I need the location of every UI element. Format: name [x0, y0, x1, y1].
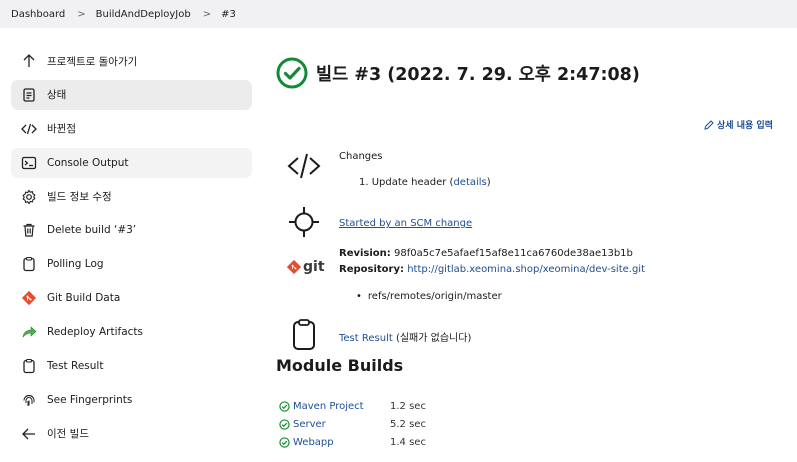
breadcrumb: Dashboard > BuildAndDeployJob > #3 — [0, 0, 797, 28]
bullet: • — [356, 291, 362, 302]
sidebar-item-label: See Fingerprints — [47, 393, 133, 406]
clipboard-icon — [287, 318, 321, 352]
git-icon — [287, 260, 301, 274]
breadcrumb-dashboard[interactable]: Dashboard — [11, 9, 65, 20]
module-builds-heading: Module Builds — [276, 356, 404, 375]
module-link[interactable]: Webapp — [293, 437, 390, 448]
sidebar-item-label: Console Output — [47, 156, 129, 169]
clipboard-icon — [21, 358, 37, 374]
sidebar-item-test-result[interactable]: Test Result — [11, 351, 252, 381]
branch-list-item: • refs/remotes/origin/master — [356, 291, 502, 302]
repository-link[interactable]: http://gitlab.xeomina.shop/xeomina/dev-s… — [407, 264, 645, 275]
sidebar-item-polling-log[interactable]: Polling Log — [11, 249, 252, 279]
module-duration: 1.4 sec — [390, 437, 426, 448]
change-item: 1. Update header (details) — [359, 177, 491, 188]
redeploy-icon — [21, 324, 37, 340]
edit-description-label: 상세 내용 입력 — [717, 121, 773, 131]
document-icon — [21, 87, 37, 103]
module-link[interactable]: Server — [293, 419, 390, 430]
branch-name: refs/remotes/origin/master — [367, 291, 502, 302]
git-repository: Repository: http://gitlab.xeomina.shop/x… — [339, 264, 645, 275]
sidebar-item-label: Test Result — [47, 360, 104, 373]
started-by-scm-link[interactable]: Started by an SCM change — [339, 218, 472, 229]
test-result-link[interactable]: Test Result — [339, 333, 393, 344]
chevron-right-icon: > — [77, 8, 86, 20]
fingerprint-icon — [21, 392, 37, 408]
revision-value: 98f0a5c7e5afaef15af8e11ca6760de38ae13b1b — [393, 248, 633, 259]
module-row: Maven Project 1.2 sec — [279, 401, 426, 412]
sidebar: 프로젝트로 돌아가기 상태 바뀐점 Console Output 빌드 정보 수… — [11, 46, 252, 453]
module-duration: 1.2 sec — [390, 401, 426, 412]
terminal-icon — [21, 155, 37, 171]
sidebar-item-label: 바뀐점 — [47, 123, 76, 136]
sidebar-item-changes[interactable]: 바뀐점 — [11, 114, 252, 144]
module-row: Server 5.2 sec — [279, 419, 426, 430]
code-icon — [21, 121, 37, 137]
sidebar-item-label: Delete build ‘#3’ — [47, 224, 137, 237]
module-row: Webapp 1.4 sec — [279, 437, 426, 448]
change-item-suffix: ) — [486, 177, 491, 188]
change-item-text: 1. Update header ( — [359, 177, 454, 188]
sidebar-item-label: 상태 — [47, 89, 67, 102]
sidebar-item-console-output[interactable]: Console Output — [11, 147, 252, 178]
revision-label: Revision: — [339, 248, 391, 259]
crosshair-icon — [287, 205, 321, 239]
clipboard-icon — [21, 256, 37, 272]
git-revision: Revision: 98f0a5c7e5afaef15af8e11ca6760d… — [339, 248, 633, 259]
arrow-up-icon — [21, 53, 37, 69]
sidebar-item-label: 빌드 정보 수정 — [47, 191, 112, 204]
sidebar-item-edit-build-info[interactable]: 빌드 정보 수정 — [11, 182, 252, 212]
sidebar-item-see-fingerprints[interactable]: See Fingerprints — [11, 385, 252, 415]
edit-description-link[interactable]: 상세 내용 입력 — [704, 118, 773, 131]
chevron-right-icon: > — [202, 8, 212, 20]
sidebar-item-delete-build[interactable]: Delete build ‘#3’ — [11, 215, 252, 245]
sidebar-item-label: 이전 빌드 — [47, 428, 89, 441]
trash-icon — [21, 222, 37, 238]
git-icon — [21, 290, 37, 306]
sidebar-item-label: Git Build Data — [47, 292, 121, 305]
success-check-icon — [279, 401, 290, 412]
arrow-left-icon — [21, 426, 37, 442]
sidebar-item-previous-build[interactable]: 이전 빌드 — [11, 419, 252, 449]
code-icon — [287, 149, 321, 183]
sidebar-item-back-to-project[interactable]: 프로젝트로 돌아가기 — [11, 46, 252, 76]
sidebar-item-redeploy-artifacts[interactable]: Redeploy Artifacts — [11, 317, 252, 347]
success-check-icon — [276, 57, 308, 89]
git-logo: git — [287, 250, 327, 284]
gear-icon — [21, 189, 37, 205]
build-title-row: 빌드 #3 (2022. 7. 29. 오후 2:47:08) — [276, 57, 640, 89]
page-title: 빌드 #3 (2022. 7. 29. 오후 2:47:08) — [316, 64, 640, 85]
repository-label: Repository: — [339, 264, 404, 275]
success-check-icon — [279, 437, 290, 448]
change-details-link[interactable]: details — [453, 177, 486, 188]
sidebar-item-label: Polling Log — [47, 258, 104, 271]
breadcrumb-build[interactable]: #3 — [221, 9, 236, 20]
sidebar-item-status[interactable]: 상태 — [11, 79, 252, 110]
test-result-note: (실패가 없습니다) — [392, 333, 472, 344]
module-link[interactable]: Maven Project — [293, 401, 390, 412]
sidebar-item-git-build-data[interactable]: Git Build Data — [11, 283, 252, 313]
sidebar-item-label: 프로젝트로 돌아가기 — [47, 55, 138, 68]
changes-heading: Changes — [339, 151, 383, 162]
pencil-icon — [704, 119, 714, 130]
breadcrumb-job[interactable]: BuildAndDeployJob — [96, 9, 191, 20]
test-result: Test Result (실패가 없습니다) — [339, 329, 471, 344]
sidebar-item-label: Redeploy Artifacts — [47, 326, 143, 339]
git-logo-text: git — [303, 259, 325, 275]
module-duration: 5.2 sec — [390, 419, 426, 430]
success-check-icon — [279, 419, 290, 430]
